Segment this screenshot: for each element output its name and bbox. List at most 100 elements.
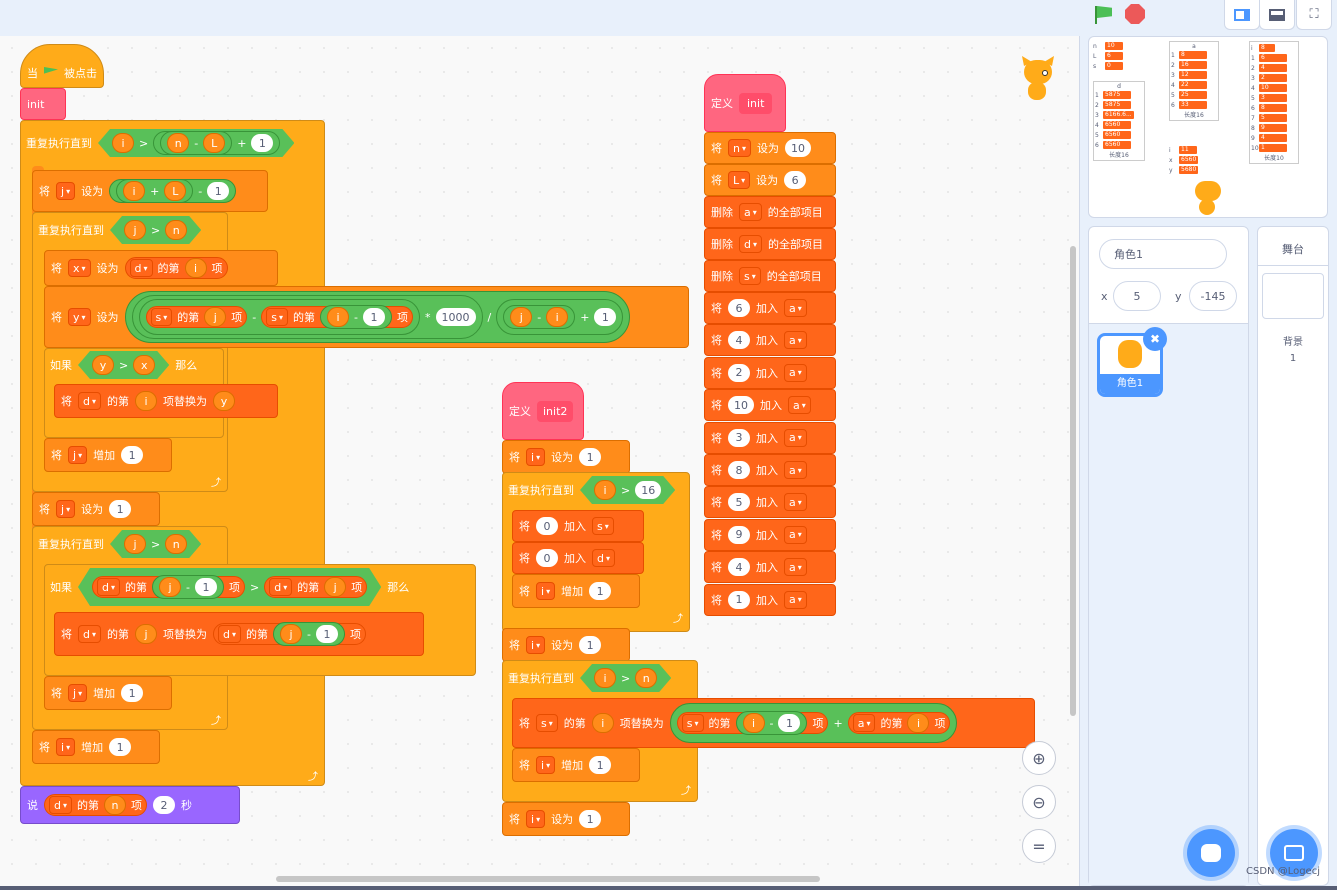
num-input[interactable]: 1 — [195, 578, 217, 596]
define-init-hat[interactable]: 定义 init — [704, 74, 786, 132]
num-input[interactable]: 1 — [594, 308, 617, 326]
add-0-to-d[interactable]: 将 0 加入 d — [512, 542, 644, 574]
define-init2-hat[interactable]: 定义 init2 — [502, 382, 584, 440]
add-to-list-block[interactable]: 将 4 加入 a — [704, 324, 836, 357]
var-j[interactable]: j — [510, 307, 533, 327]
var-y[interactable]: y — [213, 391, 235, 411]
if-y-gt-x[interactable]: 如果 y > x 那么 — [44, 348, 224, 382]
choose-sprite-button[interactable] — [1187, 829, 1235, 877]
op-sub[interactable]: j - 1 — [273, 622, 345, 646]
var-dropdown[interactable]: i — [56, 738, 76, 756]
num-input[interactable]: 16 — [635, 481, 661, 499]
item-of-list-s2[interactable]: s 的第 i - 1 项 — [261, 305, 413, 329]
add-to-list-block[interactable]: 将 9 加入 a — [704, 518, 836, 551]
var-i[interactable]: i — [742, 713, 765, 733]
num-input[interactable]: 1 — [251, 134, 273, 152]
var-dropdown[interactable]: i — [526, 448, 546, 466]
add-to-list-block[interactable]: 将 3 加入 a — [704, 421, 836, 454]
num-input[interactable]: 0 — [536, 517, 558, 535]
op-sub[interactable]: j - 1 — [152, 575, 224, 599]
var-n[interactable]: n — [104, 795, 126, 815]
add-to-list-block[interactable]: 将 1 加入 a — [704, 583, 836, 616]
item-of-d-jm1[interactable]: d 的第 j - 1 项 — [213, 622, 366, 646]
list-dropdown[interactable]: s — [592, 517, 614, 535]
delete-all-of-list[interactable]: 删除 d 的全部项目 — [704, 228, 836, 260]
init-call-block[interactable]: init — [20, 88, 66, 120]
var-j[interactable]: j — [204, 307, 227, 327]
list-dropdown[interactable]: a — [784, 331, 807, 350]
num-input[interactable]: 8 — [728, 461, 750, 479]
var-dropdown[interactable]: i — [536, 582, 556, 600]
var-i[interactable]: i — [135, 391, 157, 411]
op-sub[interactable]: n - L — [160, 131, 232, 155]
num-input[interactable]: 5 — [728, 493, 750, 512]
op-add[interactable]: i + L — [116, 179, 194, 203]
change-j-block-2[interactable]: 将 j 增加 1 — [44, 676, 172, 710]
replace-s-i-block[interactable]: 将 s 的第 i 项替换为 s 的第 i - 1 项 + a 的第 i 项 — [512, 698, 1035, 748]
change-i-block[interactable]: 将 i 增加 1 — [32, 730, 160, 764]
num-input[interactable]: 4 — [728, 558, 750, 577]
var-i[interactable]: i — [907, 713, 930, 733]
list-dropdown[interactable]: d — [78, 392, 101, 410]
var-j[interactable]: j — [159, 577, 181, 597]
var-i[interactable]: i — [184, 258, 207, 278]
list-dropdown[interactable]: a — [739, 203, 762, 221]
num-input[interactable]: 9 — [728, 525, 750, 544]
repeat-until-j2[interactable]: 重复执行直到 j > n — [32, 526, 228, 562]
replace-d-i-block[interactable]: 将 d 的第 i 项替换为 y — [54, 384, 278, 418]
item-of-list-s[interactable]: s 的第 j 项 — [145, 306, 248, 328]
var-i[interactable]: i — [594, 668, 616, 688]
condition-y-gt-x[interactable]: y > x — [78, 351, 169, 379]
repeat-until-i-n[interactable]: 重复执行直到 i > n — [502, 660, 698, 696]
set-j-1-block[interactable]: 将 j 设为 1 — [32, 492, 160, 526]
list-dropdown[interactable]: d — [78, 625, 101, 643]
vertical-scrollbar[interactable] — [1070, 246, 1076, 716]
var-i[interactable]: i — [546, 307, 569, 327]
var-dropdown[interactable]: i — [526, 636, 546, 654]
var-dropdown[interactable]: i — [526, 810, 546, 828]
stage-target-panel[interactable]: 舞台 背景 1 — [1257, 226, 1329, 886]
list-dropdown[interactable]: d — [269, 578, 292, 596]
delete-all-of-list[interactable]: 删除 a 的全部项目 — [704, 196, 836, 228]
list-dropdown[interactable]: d — [592, 549, 615, 567]
list-dropdown[interactable]: a — [784, 428, 807, 447]
var-j[interactable]: j — [280, 624, 302, 644]
num-input[interactable]: 1 — [121, 446, 144, 464]
repeat-until-i-16[interactable]: 重复执行直到 i > 16 — [502, 472, 690, 508]
small-stage-button[interactable] — [1224, 0, 1260, 30]
num-input[interactable]: 6 — [784, 171, 807, 189]
num-input[interactable]: 10 — [785, 139, 811, 157]
large-stage-button[interactable] — [1259, 0, 1295, 30]
num-input[interactable]: 1 — [363, 308, 385, 326]
add-to-list-block[interactable]: 将 8 加入 a — [704, 454, 836, 486]
var-dropdown[interactable]: n — [728, 139, 751, 157]
item-of-a[interactable]: a 的第 i 项 — [847, 712, 951, 734]
num-input[interactable]: 1 — [109, 738, 132, 756]
var-i[interactable]: i — [327, 307, 350, 327]
set-n-block[interactable]: 将 n 设为 10 — [704, 132, 836, 164]
change-i-block-2[interactable]: 将 i 增加 1 — [512, 748, 640, 782]
var-dropdown[interactable]: x — [68, 259, 91, 277]
num-input[interactable]: 1 — [728, 590, 750, 609]
condition-i-gt-n[interactable]: i > n — [580, 664, 671, 692]
add-to-list-block[interactable]: 将 6 加入 a — [704, 292, 836, 324]
op-add[interactable]: n - L + 1 — [153, 131, 280, 155]
num-input[interactable]: 1 — [589, 582, 612, 600]
var-i[interactable]: i — [123, 181, 146, 201]
condition-i-gt[interactable]: i > n - L + 1 — [98, 129, 294, 157]
add-0-to-s[interactable]: 将 0 加入 s — [512, 510, 644, 542]
var-j[interactable]: j — [135, 624, 157, 644]
stage-cat-sprite[interactable] — [1187, 179, 1227, 217]
var-n[interactable]: n — [165, 220, 187, 240]
var-j[interactable]: j — [124, 220, 146, 240]
set-i-block-2[interactable]: 将 i 设为 1 — [502, 628, 630, 662]
item-of-d-j[interactable]: d 的第 j 项 — [264, 576, 367, 598]
num-input[interactable]: 1 — [109, 500, 132, 518]
op-mul[interactable]: s 的第 j 项 - s 的第 i - 1 项 — [131, 295, 483, 339]
change-i-block[interactable]: 将 i 增加 1 — [512, 574, 640, 608]
var-dropdown[interactable]: j — [56, 182, 76, 200]
say-for-secs-block[interactable]: 说 d 的第 n 项 2 秒 — [20, 786, 240, 824]
if-d-compare[interactable]: 如果 d 的第 j - 1 项 > d 的第 j 项 那么 — [44, 564, 476, 610]
var-dropdown[interactable]: y — [68, 308, 91, 326]
num-input[interactable]: 1000 — [435, 308, 476, 326]
